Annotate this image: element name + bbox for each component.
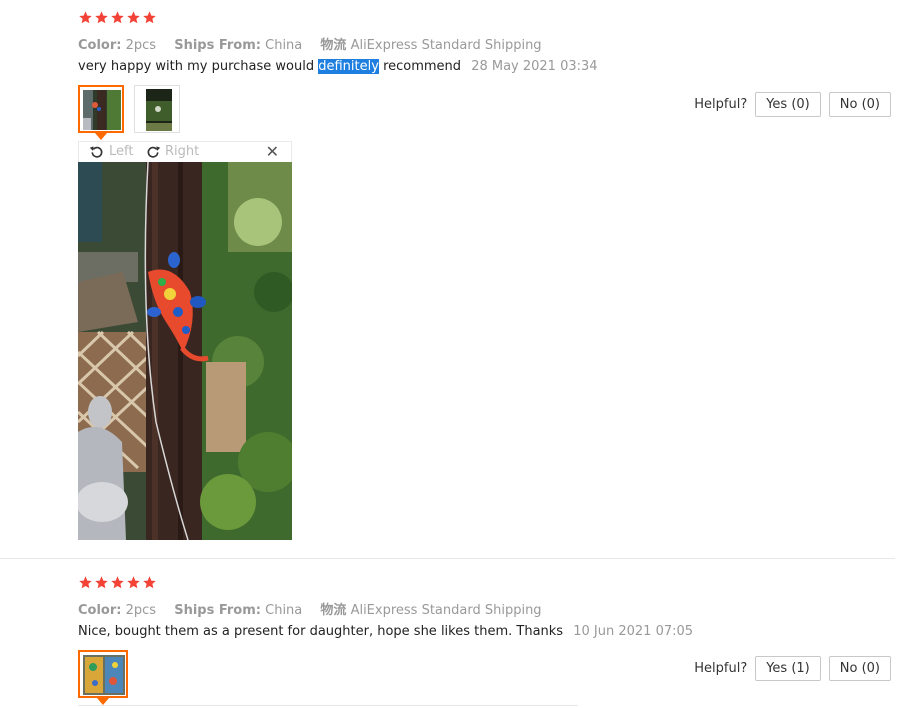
ships-from-value: China [265, 603, 303, 618]
review-item: Color: 2pcs Ships From: China 物流 AliExpr… [0, 560, 915, 708]
helpful-no-button[interactable]: No (0) [828, 656, 891, 681]
rotate-right-button[interactable]: Right [145, 143, 199, 159]
star-icon [142, 10, 157, 25]
review-date: 28 May 2021 03:34 [471, 59, 598, 74]
photo-thumbnail-image [83, 655, 125, 695]
photo-thumbnails [78, 650, 128, 705]
enlarged-review-photo [78, 162, 292, 540]
order-info: Color: 2pcs Ships From: China 物流 AliExpr… [78, 599, 556, 618]
star-icon [142, 575, 157, 590]
star-icon [110, 575, 125, 590]
helpful-vote: Helpful? Yes (0) No (0) [694, 92, 891, 117]
helpful-label: Helpful? [694, 97, 748, 112]
review-text: very happy with my purchase would defini… [78, 59, 598, 74]
photo-viewer-edge [78, 705, 578, 706]
rotate-right-label: Right [165, 143, 200, 159]
rotate-right-icon [145, 143, 161, 159]
star-rating [78, 575, 157, 590]
review-text-body: Nice, bought them as a present for daugh… [78, 624, 564, 639]
close-icon[interactable]: ✕ [266, 142, 279, 161]
photo-thumbnails [78, 85, 180, 140]
photo-thumbnail[interactable] [134, 85, 180, 133]
star-icon [94, 575, 109, 590]
color-value: 2pcs [125, 38, 157, 53]
logistics-value: AliExpress Standard Shipping [350, 603, 542, 618]
star-icon [78, 575, 93, 590]
review-item: Color: 2pcs Ships From: China 物流 AliExpr… [0, 0, 915, 558]
order-info: Color: 2pcs Ships From: China 物流 AliExpr… [78, 34, 556, 53]
active-thumbnail-arrow [95, 133, 107, 140]
selected-text: definitely [318, 59, 379, 74]
photo-thumbnail[interactable] [78, 650, 128, 705]
logistics-value: AliExpress Standard Shipping [350, 38, 542, 53]
ships-from-value: China [265, 38, 303, 53]
helpful-yes-button[interactable]: Yes (0) [755, 92, 821, 117]
logistics-label: 物流 [320, 38, 347, 53]
active-thumbnail-arrow [97, 698, 109, 705]
review-divider [0, 558, 895, 559]
rotate-left-button[interactable]: Left [89, 143, 133, 159]
photo-viewer-toolbar: Left Right ✕ [78, 141, 292, 162]
helpful-yes-button[interactable]: Yes (1) [755, 656, 821, 681]
star-rating [78, 10, 157, 25]
photo-thumbnail-image [138, 89, 178, 131]
review-text: Nice, bought them as a present for daugh… [78, 624, 693, 639]
helpful-vote: Helpful? Yes (1) No (0) [694, 656, 891, 681]
garden-photo [78, 162, 292, 540]
rotate-left-icon [89, 143, 105, 159]
color-label: Color: [78, 38, 122, 53]
helpful-label: Helpful? [694, 661, 748, 676]
logistics-label: 物流 [320, 603, 347, 618]
star-icon [126, 10, 141, 25]
helpful-no-button[interactable]: No (0) [828, 92, 891, 117]
review-date: 10 Jun 2021 07:05 [573, 624, 694, 639]
color-label: Color: [78, 603, 122, 618]
photo-thumbnail-image [83, 90, 121, 130]
star-icon [94, 10, 109, 25]
ships-from-label: Ships From: [174, 603, 261, 618]
star-icon [126, 575, 141, 590]
star-icon [78, 10, 93, 25]
star-icon [110, 10, 125, 25]
ships-from-label: Ships From: [174, 38, 261, 53]
review-text-start: very happy with my purchase would [78, 59, 319, 74]
review-text-end: recommend [378, 59, 462, 74]
photo-thumbnail[interactable] [78, 85, 124, 140]
color-value: 2pcs [125, 603, 157, 618]
rotate-left-label: Left [109, 143, 134, 159]
